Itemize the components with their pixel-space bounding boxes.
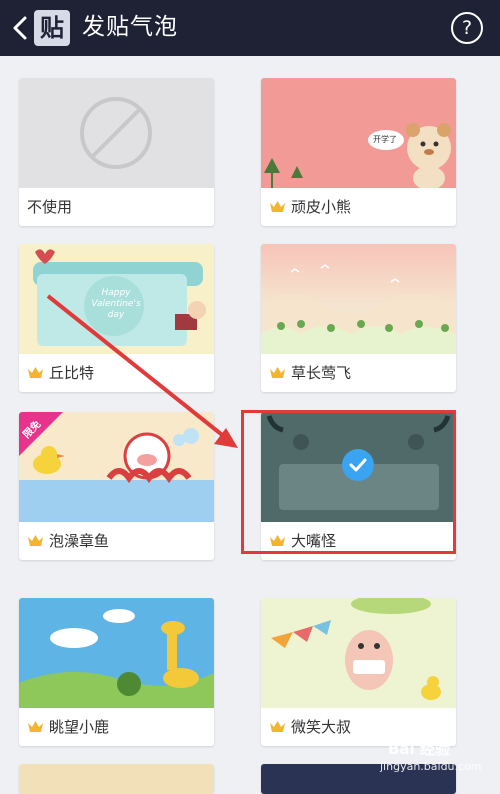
- annotation-arrow-icon: [46, 294, 238, 448]
- baidu-watermark: Bai 经验 jingyan.baidu.com: [380, 740, 482, 773]
